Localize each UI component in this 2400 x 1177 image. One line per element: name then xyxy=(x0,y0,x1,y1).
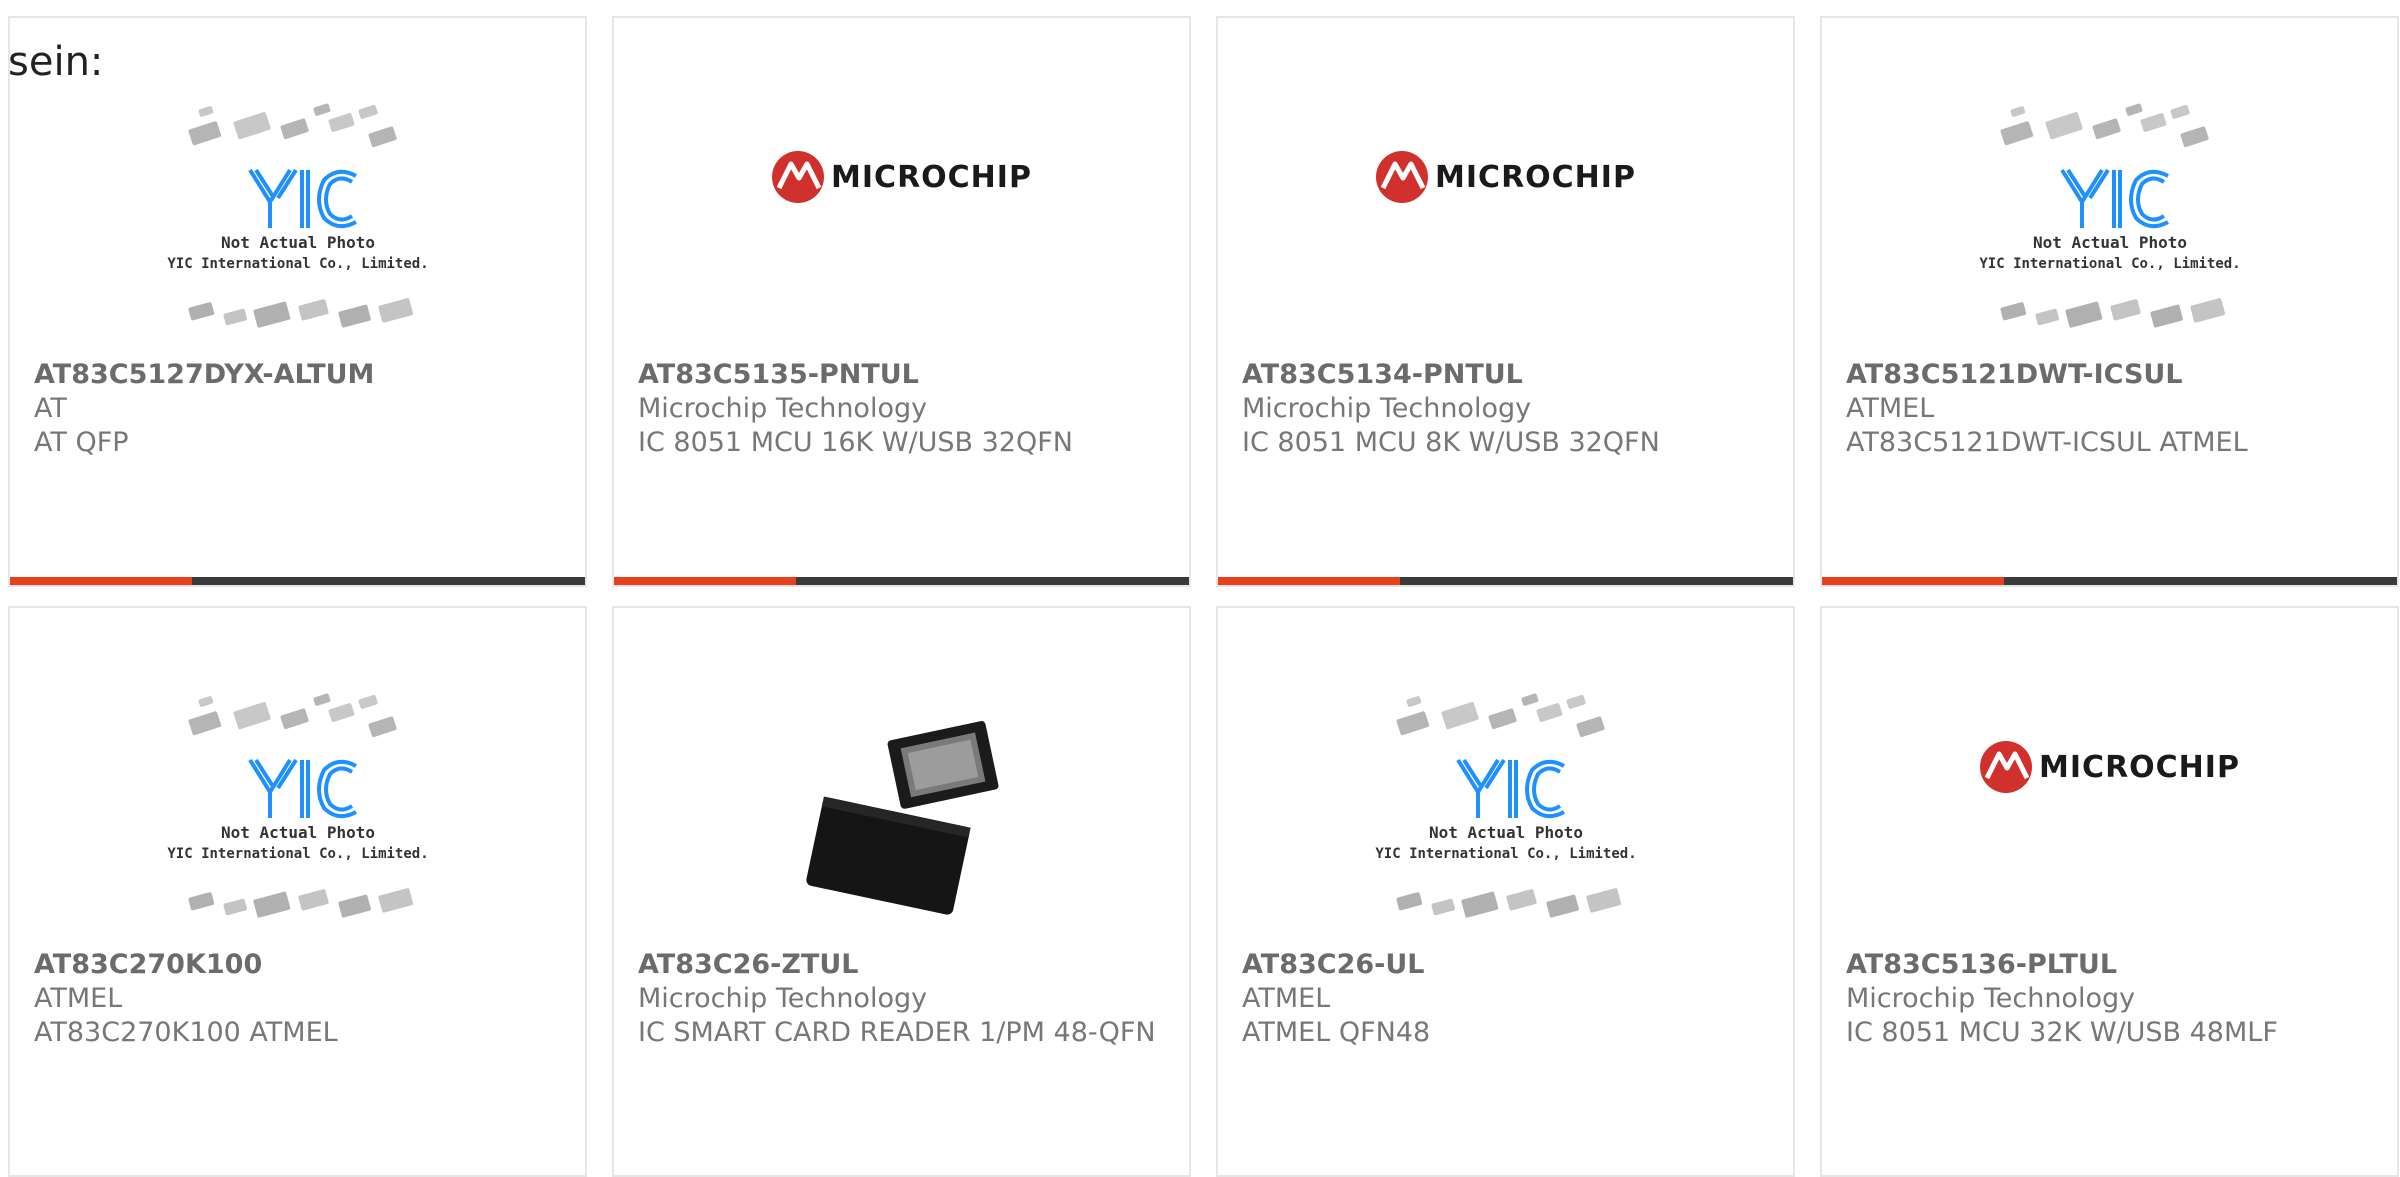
product-part-number[interactable]: AT83C26-UL xyxy=(1242,948,1777,982)
product-card[interactable]: MICROCHIP AT83C5134-PNTUL Microchip Tech… xyxy=(1216,16,1795,587)
product-description: IC 8051 MCU 16K W/USB 32QFN xyxy=(638,427,1073,458)
product-part-number[interactable]: AT83C5127DYX-ALTUM xyxy=(34,358,569,392)
card-bar xyxy=(614,577,1189,585)
product-part-number[interactable]: AT83C5134-PNTUL xyxy=(1242,358,1777,392)
product-description: AT QFP xyxy=(34,427,129,458)
microchip-logo-icon xyxy=(1980,741,2033,793)
microchip-wordmark: MICROCHIP xyxy=(2039,749,2240,785)
intro-text: sein: xyxy=(8,39,104,85)
placeholder-line2: YIC International Co., Limited. xyxy=(1979,256,2240,272)
product-manufacturer: Microchip Technology xyxy=(1242,393,1532,424)
microchip-logo: MICROCHIP xyxy=(1979,740,2240,794)
card-bar-accent xyxy=(1218,577,1400,585)
product-image[interactable]: Not Actual Photo YIC International Co., L… xyxy=(1822,90,2397,370)
product-manufacturer: ATMEL xyxy=(1846,393,1935,424)
product-card[interactable]: Not Actual Photo YIC International Co., L… xyxy=(1820,16,2399,587)
product-part-number[interactable]: AT83C5136-PLTUL xyxy=(1846,948,2381,982)
product-card[interactable]: Not Actual Photo YIC International Co., L… xyxy=(8,16,587,587)
product-description: ATMEL QFN48 xyxy=(1242,1017,1431,1048)
yic-placeholder-graphic: Not Actual Photo YIC International Co., L… xyxy=(1979,103,2240,328)
product-manufacturer: Microchip Technology xyxy=(1846,983,2136,1014)
product-part-number[interactable]: AT83C26-ZTUL xyxy=(638,948,1173,982)
placeholder-line1: Not Actual Photo xyxy=(2032,233,2186,252)
product-image[interactable]: Not Actual Photo YIC International Co., L… xyxy=(10,90,585,370)
microchip-logo: MICROCHIP xyxy=(1375,150,1636,204)
microchip-logo-icon xyxy=(1376,151,1429,203)
product-part-number[interactable]: AT83C270K100 xyxy=(34,948,569,982)
product-card[interactable]: AT83C26-ZTUL Microchip Technology IC SMA… xyxy=(612,606,1191,1177)
product-part-number[interactable]: AT83C5135-PNTUL xyxy=(638,358,1173,392)
product-card[interactable]: Not Actual Photo YIC International Co., L… xyxy=(8,606,587,1177)
placeholder-line2: YIC International Co., Limited. xyxy=(1375,846,1636,862)
placeholder-line2: YIC International Co., Limited. xyxy=(167,846,428,862)
product-image[interactable]: Not Actual Photo YIC International Co., L… xyxy=(10,680,585,960)
placeholder-line2: YIC International Co., Limited. xyxy=(167,256,428,272)
product-grid: Not Actual Photo YIC International Co., L… xyxy=(8,16,2399,1177)
qfn-chip-photo xyxy=(805,721,998,915)
placeholder-line1: Not Actual Photo xyxy=(220,823,374,842)
microchip-logo-icon xyxy=(772,151,825,203)
card-bar-accent xyxy=(10,577,192,585)
card-bar xyxy=(10,577,585,585)
product-image[interactable]: MICROCHIP xyxy=(1822,680,2397,960)
product-manufacturer: Microchip Technology xyxy=(638,983,928,1014)
product-description: IC SMART CARD READER 1/PM 48-QFN xyxy=(638,1017,1156,1048)
yic-placeholder-graphic: Not Actual Photo YIC International Co., L… xyxy=(167,103,428,328)
card-bar xyxy=(1822,577,2397,585)
product-card[interactable]: Not Actual Photo YIC International Co., L… xyxy=(1216,606,1795,1177)
product-image[interactable] xyxy=(614,680,1189,960)
product-card[interactable]: MICROCHIP AT83C5136-PLTUL Microchip Tech… xyxy=(1820,606,2399,1177)
product-card[interactable]: MICROCHIP AT83C5135-PNTUL Microchip Tech… xyxy=(612,16,1191,587)
microchip-wordmark: MICROCHIP xyxy=(1435,159,1636,195)
product-image[interactable]: MICROCHIP xyxy=(614,90,1189,370)
yic-placeholder-graphic: Not Actual Photo YIC International Co., L… xyxy=(167,693,428,918)
placeholder-line1: Not Actual Photo xyxy=(1428,823,1582,842)
microchip-logo: MICROCHIP xyxy=(771,150,1032,204)
product-image[interactable]: MICROCHIP xyxy=(1218,90,1793,370)
product-description: IC 8051 MCU 8K W/USB 32QFN xyxy=(1242,427,1660,458)
product-manufacturer: ATMEL xyxy=(1242,983,1331,1014)
product-image[interactable]: Not Actual Photo YIC International Co., L… xyxy=(1218,680,1793,960)
product-manufacturer: AT xyxy=(34,393,67,424)
product-description: AT83C270K100 ATMEL xyxy=(34,1017,338,1048)
product-manufacturer: ATMEL xyxy=(34,983,123,1014)
yic-placeholder-graphic: Not Actual Photo YIC International Co., L… xyxy=(1375,693,1636,918)
product-description: AT83C5121DWT-ICSUL ATMEL xyxy=(1846,427,2248,458)
product-part-number[interactable]: AT83C5121DWT-ICSUL xyxy=(1846,358,2381,392)
product-manufacturer: Microchip Technology xyxy=(638,393,928,424)
card-bar-accent xyxy=(614,577,796,585)
placeholder-line1: Not Actual Photo xyxy=(220,233,374,252)
card-bar xyxy=(1218,577,1793,585)
product-description: IC 8051 MCU 32K W/USB 48MLF xyxy=(1846,1017,2278,1048)
microchip-wordmark: MICROCHIP xyxy=(831,159,1032,195)
card-bar-accent xyxy=(1822,577,2004,585)
